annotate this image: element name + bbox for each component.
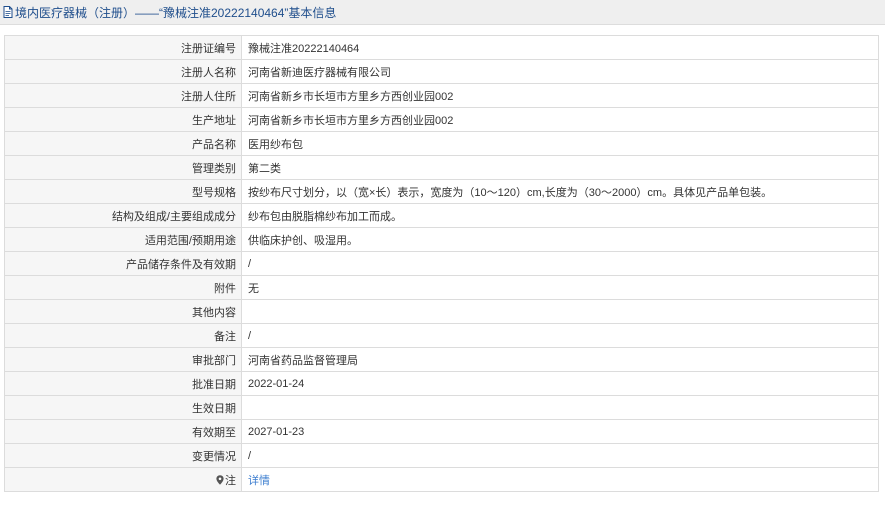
table-row: 注册人名称 河南省新迪医疗器械有限公司 (4, 59, 879, 84)
table-row: 管理类别 第二类 (4, 155, 879, 180)
note-row-label: 注 (4, 467, 242, 492)
table-row: 备注 / (4, 323, 879, 348)
row-label: 有效期至 (4, 419, 242, 444)
row-label: 其他内容 (4, 299, 242, 324)
table-row: 注 详情 (4, 467, 879, 492)
row-label: 审批部门 (4, 347, 242, 372)
row-value: 2022-01-24 (241, 371, 879, 396)
row-value: / (241, 251, 879, 276)
page-title: 境内医疗器械（注册）——“豫械注准20222140464”基本信息 (15, 5, 337, 20)
row-label: 附件 (4, 275, 242, 300)
page-header: 境内医疗器械（注册）——“豫械注准20222140464”基本信息 (0, 0, 885, 25)
row-value: 纱布包由脱脂棉纱布加工而成。 (241, 203, 879, 228)
row-value: 河南省药品监督管理局 (241, 347, 879, 372)
row-value: / (241, 323, 879, 348)
row-value: 供临床护创、吸湿用。 (241, 227, 879, 252)
table-row: 审批部门 河南省药品监督管理局 (4, 347, 879, 372)
row-value (241, 395, 879, 420)
row-value: 无 (241, 275, 879, 300)
registration-info-table: 注册证编号 豫械注准20222140464 注册人名称 河南省新迪医疗器械有限公… (4, 35, 879, 492)
row-value: 河南省新乡市长垣市方里乡方西创业园002 (241, 107, 879, 132)
row-value: 详情 (241, 467, 879, 492)
table-row: 产品储存条件及有效期 / (4, 251, 879, 276)
row-value: 河南省新迪医疗器械有限公司 (241, 59, 879, 84)
row-label: 备注 (4, 323, 242, 348)
row-label: 生效日期 (4, 395, 242, 420)
row-value: 按纱布尺寸划分，以（宽×长）表示，宽度为（10～120）cm,长度为（30～20… (241, 179, 879, 204)
row-value (241, 299, 879, 324)
row-label: 结构及组成/主要组成成分 (4, 203, 242, 228)
table-row: 变更情况 / (4, 443, 879, 468)
row-label: 注册人住所 (4, 83, 242, 108)
table-row: 生产地址 河南省新乡市长垣市方里乡方西创业园002 (4, 107, 879, 132)
row-label: 适用范围/预期用途 (4, 227, 242, 252)
row-value: 河南省新乡市长垣市方里乡方西创业园002 (241, 83, 879, 108)
table-row: 注册证编号 豫械注准20222140464 (4, 35, 879, 60)
row-label: 生产地址 (4, 107, 242, 132)
table-row: 结构及组成/主要组成成分 纱布包由脱脂棉纱布加工而成。 (4, 203, 879, 228)
table-row: 产品名称 医用纱布包 (4, 131, 879, 156)
table-row: 批准日期 2022-01-24 (4, 371, 879, 396)
row-value: / (241, 443, 879, 468)
row-label: 注册证编号 (4, 35, 242, 60)
row-label: 注册人名称 (4, 59, 242, 84)
table-row: 附件 无 (4, 275, 879, 300)
row-label: 注 (225, 474, 236, 487)
row-label: 批准日期 (4, 371, 242, 396)
table-row: 适用范围/预期用途 供临床护创、吸湿用。 (4, 227, 879, 252)
table-row: 生效日期 (4, 395, 879, 420)
row-label: 管理类别 (4, 155, 242, 180)
table-row: 型号规格 按纱布尺寸划分，以（宽×长）表示，宽度为（10～120）cm,长度为（… (4, 179, 879, 204)
row-label: 变更情况 (4, 443, 242, 468)
row-value: 医用纱布包 (241, 131, 879, 156)
row-label: 型号规格 (4, 179, 242, 204)
row-label: 产品名称 (4, 131, 242, 156)
location-pin-icon (216, 474, 224, 485)
table-row: 其他内容 (4, 299, 879, 324)
row-value: 第二类 (241, 155, 879, 180)
table-row: 注册人住所 河南省新乡市长垣市方里乡方西创业园002 (4, 83, 879, 108)
detail-link[interactable]: 详情 (248, 475, 270, 487)
row-value: 2027-01-23 (241, 419, 879, 444)
row-label: 产品储存条件及有效期 (4, 251, 242, 276)
document-icon (3, 6, 13, 18)
table-row: 有效期至 2027-01-23 (4, 419, 879, 444)
row-value: 豫械注准20222140464 (241, 35, 879, 60)
